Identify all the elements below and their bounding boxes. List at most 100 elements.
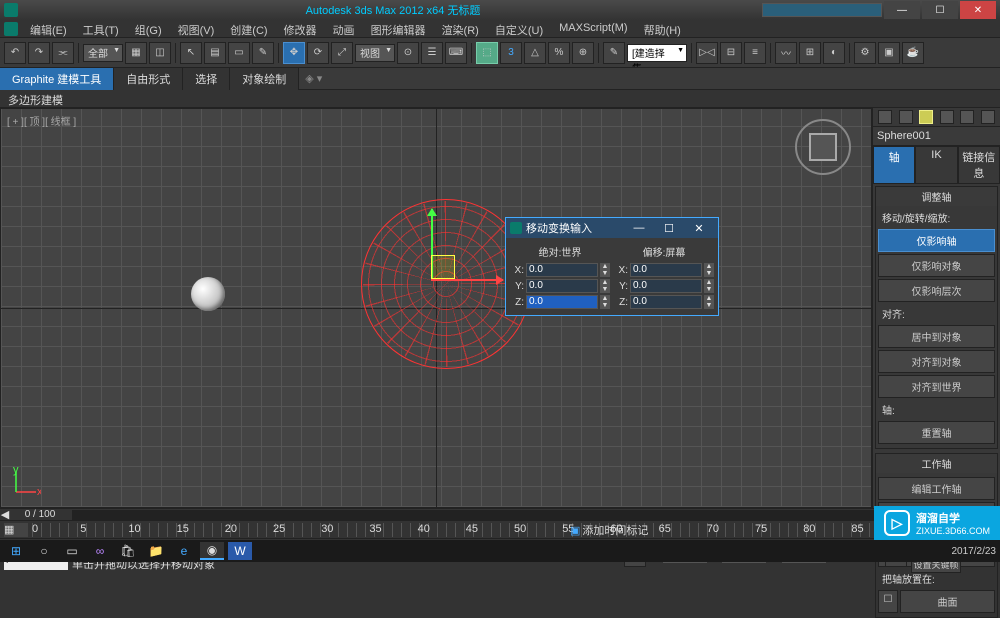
menu-customize[interactable]: 自定义(U) [487, 20, 551, 37]
ribbon-tab-objectpaint[interactable]: 对象绘制 [230, 68, 299, 90]
spinner-snap[interactable]: ⊕ [572, 42, 594, 64]
unselected-sphere[interactable] [191, 277, 225, 311]
taskbar-date[interactable]: 2017/2/23 [952, 546, 997, 557]
minimize-button[interactable]: — [884, 1, 920, 19]
adjust-pivot-rollout[interactable]: 调整轴 [876, 187, 997, 206]
menu-rendering[interactable]: 渲染(R) [434, 20, 487, 37]
render-button[interactable]: ☕ [902, 42, 924, 64]
named-set[interactable]: [建造择集 [627, 44, 687, 62]
create-tab[interactable] [878, 110, 892, 124]
layer-button[interactable]: ≡ [744, 42, 766, 64]
link-button[interactable]: ⫘ [52, 42, 74, 64]
menu-views[interactable]: 视图(V) [170, 20, 223, 37]
surface-button[interactable]: 曲面 [900, 590, 995, 613]
abs-z-input[interactable]: 0.0 [526, 295, 598, 309]
linkinfo-tab[interactable]: 链接信息 [958, 146, 1000, 184]
percent-snap[interactable]: % [548, 42, 570, 64]
spinner-icon[interactable]: ▲▼ [704, 279, 714, 293]
affect-object-only-button[interactable]: 仅影响对象 [878, 254, 995, 277]
selection-filter[interactable]: 全部 [83, 44, 123, 62]
menu-grapheditors[interactable]: 图形编辑器 [363, 20, 434, 37]
dialog-titlebar[interactable]: 移动变换输入 — ☐ ✕ [506, 218, 718, 238]
curve-editor[interactable]: 〰 [775, 42, 797, 64]
affect-hierarchy-only-button[interactable]: 仅影响层次 [878, 279, 995, 302]
move-gizmo[interactable] [431, 259, 491, 319]
timeline-ruler[interactable]: 051015202530354045505560657075808590 [32, 523, 996, 537]
ik-tab[interactable]: IK [915, 146, 957, 184]
word-icon[interactable]: W [228, 542, 252, 560]
viewcube[interactable] [795, 119, 851, 175]
3dsmax-task-icon[interactable]: ◉ [200, 542, 224, 560]
start-button[interactable]: ⊞ [4, 542, 28, 560]
rotate-button[interactable]: ⟳ [307, 42, 329, 64]
off-z-input[interactable]: 0.0 [630, 295, 702, 309]
menu-edit[interactable]: 编辑(E) [22, 20, 75, 37]
align-to-object-button[interactable]: 对齐到对象 [878, 350, 995, 373]
ribbon-tab-freeform[interactable]: 自由形式 [114, 68, 183, 90]
ribbon-expand-icon[interactable]: ◈ ▾ [305, 72, 322, 85]
menu-tools[interactable]: 工具(T) [75, 20, 127, 37]
off-y-input[interactable]: 0.0 [630, 279, 702, 293]
select-cross-button[interactable]: ◫ [149, 42, 171, 64]
ribbon-tab-graphite[interactable]: Graphite 建模工具 [0, 68, 114, 90]
affect-pivot-only-button[interactable]: 仅影响轴 [878, 229, 995, 252]
pivot-button[interactable]: ⊙ [397, 42, 419, 64]
center-to-object-button[interactable]: 居中到对象 [878, 325, 995, 348]
rendered-frame[interactable]: ▣ [878, 42, 900, 64]
reset-pivot-button[interactable]: 重置轴 [878, 421, 995, 444]
hierarchy-tab[interactable] [919, 110, 933, 124]
snap-toggle[interactable]: ⬚ [476, 42, 498, 64]
redo-button[interactable]: ↷ [28, 42, 50, 64]
gizmo-xy-plane[interactable] [431, 255, 455, 279]
close-button[interactable]: ✕ [960, 1, 996, 19]
menu-group[interactable]: 组(G) [127, 20, 170, 37]
align-button[interactable]: ⊟ [720, 42, 742, 64]
mirror-button[interactable]: ▷◁ [696, 42, 718, 64]
ribbon-tab-selection[interactable]: 选择 [183, 68, 230, 90]
display-tab[interactable] [960, 110, 974, 124]
menu-maxscript[interactable]: MAXScript(M) [551, 20, 635, 37]
timeline[interactable]: ▦ 051015202530354045505560657075808590 [0, 520, 1000, 538]
time-tag[interactable]: ▣添加时间标记 [570, 522, 648, 538]
dialog-maximize[interactable]: ☐ [654, 222, 684, 235]
spinner-icon[interactable]: ▲▼ [600, 279, 610, 293]
edge-icon[interactable]: e [172, 542, 196, 560]
menu-animation[interactable]: 动画 [325, 20, 363, 37]
explorer-icon[interactable]: 📁 [144, 542, 168, 560]
dialog-close[interactable]: ✕ [684, 222, 714, 235]
select-paint-button[interactable]: ✎ [252, 42, 274, 64]
angle-icon[interactable]: △ [524, 42, 546, 64]
select-all-button[interactable]: ▦ [125, 42, 147, 64]
utilities-tab[interactable] [981, 110, 995, 124]
render-setup[interactable]: ⚙ [854, 42, 876, 64]
select-region-button[interactable]: ▭ [228, 42, 250, 64]
spinner-icon[interactable]: ▲▼ [704, 295, 714, 309]
cortana-icon[interactable]: ○ [32, 542, 56, 560]
edit-working-pivot-button[interactable]: 编辑工作轴 [878, 477, 995, 500]
gizmo-x-axis[interactable] [431, 279, 503, 281]
select-name-button[interactable]: ▤ [204, 42, 226, 64]
move-button[interactable]: ✥ [283, 42, 305, 64]
search-input[interactable] [762, 3, 882, 17]
edit-sel-button[interactable]: ✎ [603, 42, 625, 64]
abs-y-input[interactable]: 0.0 [526, 279, 598, 293]
menu-help[interactable]: 帮助(H) [636, 20, 689, 37]
angle-snap[interactable]: 3 [500, 42, 522, 64]
motion-tab[interactable] [940, 110, 954, 124]
maximize-button[interactable]: ☐ [922, 1, 958, 19]
modify-tab[interactable] [899, 110, 913, 124]
menu-create[interactable]: 创建(C) [222, 20, 275, 37]
spinner-icon[interactable]: ▲▼ [600, 263, 610, 277]
taskview-icon[interactable]: ▭ [60, 542, 84, 560]
align-to-world-button[interactable]: 对齐到世界 [878, 375, 995, 398]
spinner-icon[interactable]: ▲▼ [704, 263, 714, 277]
ribbon-sub[interactable]: 多边形建模 [0, 90, 1000, 108]
dialog-minimize[interactable]: — [624, 222, 654, 234]
material-editor[interactable]: ◐ [823, 42, 845, 64]
manip-button[interactable]: ☰ [421, 42, 443, 64]
off-x-input[interactable]: 0.0 [630, 263, 702, 277]
scale-button[interactable]: ⤢ [331, 42, 353, 64]
object-name[interactable]: Sphere001 [873, 127, 1000, 146]
pivot-tab[interactable]: 轴 [873, 146, 915, 184]
app-menu-icon[interactable] [4, 22, 18, 36]
